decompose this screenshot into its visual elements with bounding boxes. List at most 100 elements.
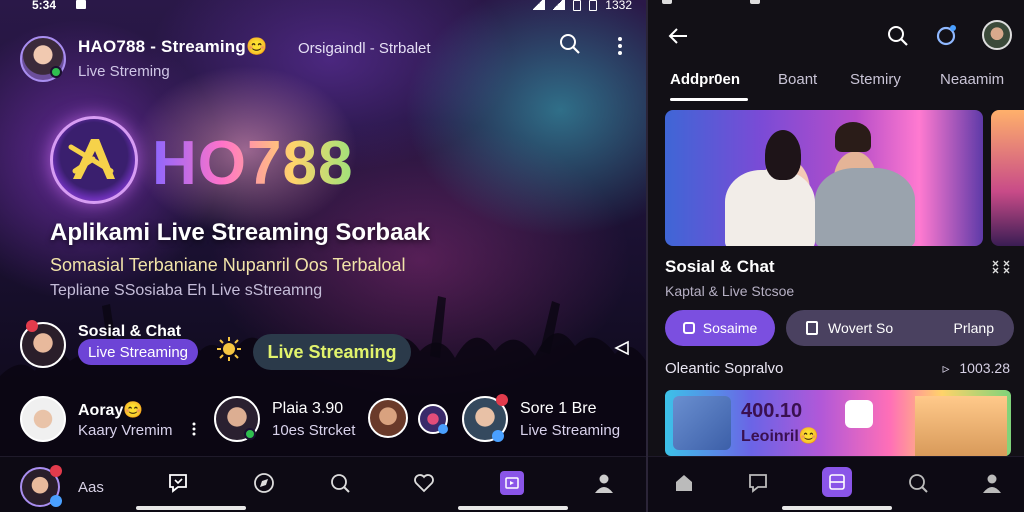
secondary-pill-button[interactable]: Wovert So Prlanp: [786, 310, 1014, 346]
sun-icon: [216, 336, 242, 362]
nav-user-label[interactable]: Aas: [78, 479, 104, 496]
header-mid-text: Orsigaindl - Strbalet: [298, 40, 431, 57]
nav-home-icon[interactable]: [670, 469, 698, 497]
promo-thumbnail: [673, 396, 731, 450]
status-time: 5:34: [32, 0, 57, 12]
hero-tagline: Aplikami Live Streaming Sorbaak: [50, 219, 431, 246]
featured-stream-thumbnail[interactable]: [665, 110, 983, 246]
section-right-value: 1003.28: [959, 360, 1010, 376]
tab-0[interactable]: Addpr0en: [670, 71, 740, 88]
document-icon: [806, 321, 818, 335]
nav-favorites-icon[interactable]: [410, 469, 438, 497]
header-title: HAO788 - Streaming😊: [78, 37, 268, 56]
nav-chat-icon[interactable]: [744, 469, 772, 497]
user-subtitle: Kaary Vremim: [78, 422, 173, 439]
user-name: Aoray😊: [78, 402, 144, 419]
user-subtitle: 10es Strcket: [272, 422, 356, 439]
status-icons: 1332: [533, 0, 632, 12]
category-tabs: Addpr0en Boant Stemiry Neaamim: [648, 66, 1024, 102]
nav-profile-icon[interactable]: [590, 469, 618, 497]
tab-1[interactable]: Boant: [778, 71, 817, 88]
section-title: Oleantic Sopralvo: [665, 360, 784, 377]
promo-photo: [915, 396, 1007, 456]
share-icon[interactable]: [612, 338, 632, 358]
play-arrow-icon: ▹: [942, 360, 950, 376]
user-subtitle: Live Streaming: [520, 422, 621, 439]
profile-avatar[interactable]: [20, 36, 66, 82]
hero-subline-2: Tepliane SSosiaba Eh Live sStreamng: [50, 282, 323, 299]
card-title: Sosial & Chat: [665, 257, 775, 276]
streamer-avatar[interactable]: [20, 320, 66, 368]
promo-title: 400.10: [741, 400, 803, 422]
status-right-text: 1332: [605, 0, 632, 12]
home-indicator: [136, 506, 246, 510]
nav-live-icon[interactable]: [822, 467, 852, 497]
signal-icon: [533, 0, 546, 10]
signal-icon: [553, 0, 566, 10]
nav-live-icon[interactable]: [500, 471, 524, 495]
search-icon[interactable]: [886, 24, 910, 48]
more-options-icon[interactable]: [612, 34, 628, 58]
lock-icon: [682, 322, 695, 334]
search-icon[interactable]: [558, 32, 582, 56]
online-badge-icon: [50, 66, 62, 78]
status-icon: [750, 0, 760, 4]
user-name: Sore 1 Bre: [520, 400, 597, 417]
person-shape: [725, 170, 815, 246]
hero-subline: Somasial Terbaniane Nupanril Oos Terbalo…: [50, 255, 406, 275]
bottom-nav: [648, 456, 1024, 512]
more-options-icon[interactable]: [190, 420, 198, 438]
promo-banner[interactable]: 400.10 Leoinril😊: [665, 390, 1011, 456]
nav-profile-icon[interactable]: [978, 469, 1006, 497]
expand-icon[interactable]: [992, 260, 1010, 277]
back-arrow-icon[interactable]: [666, 24, 690, 48]
battery-icon: [573, 0, 582, 11]
profile-avatar[interactable]: [982, 20, 1012, 50]
user-avatar[interactable]: [418, 404, 448, 434]
status-icon: [662, 0, 672, 4]
secondary-pill-right-label: Prlanp: [953, 320, 994, 336]
user-avatar[interactable]: [462, 394, 508, 442]
notification-badge-icon: [50, 465, 62, 477]
user-avatar[interactable]: [368, 398, 408, 438]
person-hair: [835, 122, 871, 152]
live-badge[interactable]: Live Streaming: [78, 339, 198, 365]
live-streaming-button[interactable]: Live Streaming: [253, 334, 411, 370]
user-name: Plaia 3.90: [272, 400, 344, 417]
section-right[interactable]: ▹ 1003.28: [942, 360, 1010, 377]
live-dot-icon: [26, 320, 38, 332]
live-dot-icon: [496, 394, 508, 406]
nav-search-icon[interactable]: [326, 469, 354, 497]
profile-avatar[interactable]: [20, 465, 62, 507]
nav-search-icon[interactable]: [904, 469, 932, 497]
battery-icon: [589, 0, 598, 11]
home-indicator: [782, 506, 892, 510]
header-subtitle: Live Streming: [78, 63, 170, 80]
promo-subtitle: Leoinril😊: [741, 428, 819, 445]
secondary-pill-label: Wovert So: [828, 320, 894, 336]
primary-pill-button[interactable]: Sosaime: [665, 310, 775, 346]
active-tab-indicator: [670, 98, 748, 101]
notifications-icon[interactable]: [934, 22, 960, 48]
app-logo-icon: [50, 116, 138, 204]
verified-badge-icon: [492, 430, 504, 442]
status-bar: 5:34 1332: [0, 0, 646, 14]
online-badge-icon: [244, 428, 256, 440]
promo-badge-icon: [845, 400, 873, 428]
left-screen: 5:34 1332 HAO788 - Streaming😊 Live Strem…: [0, 0, 646, 512]
tab-3[interactable]: Neaamim: [940, 71, 1004, 88]
verified-badge-icon: [50, 495, 62, 507]
user-avatar[interactable]: [20, 396, 66, 442]
nav-explore-icon[interactable]: [250, 469, 278, 497]
user-avatar[interactable]: [214, 396, 260, 442]
person-hair: [765, 130, 801, 180]
nav-chat-icon[interactable]: [164, 469, 192, 497]
verified-badge-icon: [438, 424, 448, 434]
brand-logo-text: HO788: [152, 129, 354, 198]
stream-thumbnail[interactable]: [991, 110, 1024, 246]
tab-2[interactable]: Stemiry: [850, 71, 901, 88]
notification-icon: [76, 0, 86, 9]
right-screen: Addpr0en Boant Stemiry Neaamim Sosial & …: [646, 0, 1024, 512]
home-indicator: [458, 506, 568, 510]
card-subtitle: Kaptal & Live Stcsoe: [665, 283, 795, 299]
